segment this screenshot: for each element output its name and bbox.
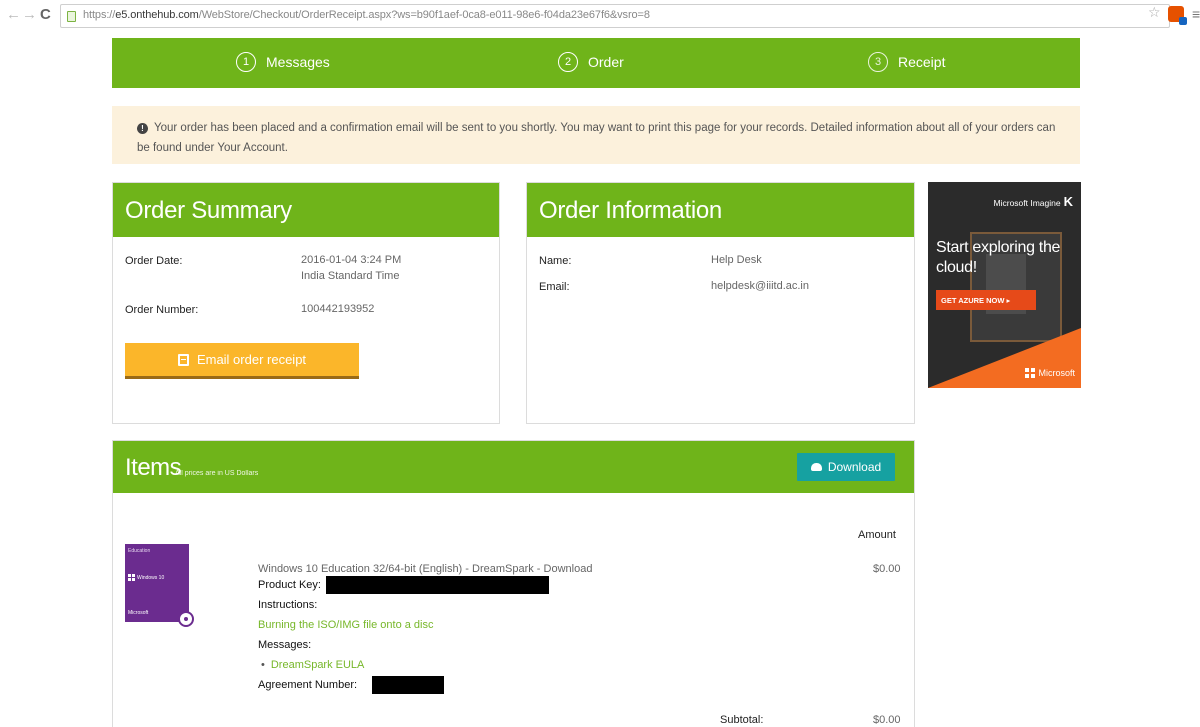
download-button[interactable]: Download (797, 453, 895, 481)
items-panel: Items All prices are in US Dollars Downl… (112, 440, 915, 727)
cloud-download-icon (810, 463, 822, 471)
ad-footer: Microsoft (1025, 368, 1075, 378)
info-icon: ! (137, 123, 148, 134)
product-box-title: Windows 10 (128, 574, 164, 581)
email-receipt-label: Email order receipt (196, 352, 307, 367)
step-receipt: 3 Receipt (868, 52, 945, 72)
back-icon[interactable]: ← (6, 7, 21, 23)
order-timezone: India Standard Time (301, 270, 400, 282)
list-bullet: • (261, 659, 265, 671)
ad-brand-text: Microsoft Imagine (993, 198, 1061, 208)
currency-note: All prices are in US Dollars (175, 470, 259, 477)
step-label-receipt: Receipt (898, 54, 946, 70)
disc-download-icon (178, 611, 194, 627)
forward-icon[interactable]: → (22, 7, 37, 23)
browser-menu-icon[interactable]: ≡ (1192, 6, 1200, 22)
step-label-messages: Messages (266, 54, 330, 70)
product-name: Windows 10 Education 32/64-bit (English)… (258, 563, 593, 575)
browser-toolbar: ← → C https://e5.onthehub.com/WebStore/C… (0, 0, 1200, 34)
customer-name-value: Help Desk (711, 254, 762, 266)
customer-email-label: Email: (539, 281, 570, 293)
url-path: /WebStore/Checkout/OrderReceipt.aspx?ws=… (198, 9, 650, 21)
step-number-2: 2 (558, 52, 578, 72)
step-messages: 1 Messages (236, 52, 330, 72)
order-date-label: Order Date: (125, 255, 183, 267)
url-scheme: https:// (83, 9, 116, 21)
product-box-edition: Education (128, 548, 151, 554)
product-key-redacted (326, 576, 549, 594)
customer-email-value: helpdesk@iiitd.ac.in (711, 280, 809, 292)
lock-icon (67, 11, 76, 22)
order-number-value: 100442193952 (301, 303, 375, 315)
step-number-3: 3 (868, 52, 888, 72)
agreement-number-label: Agreement Number: (258, 679, 358, 691)
ad-headline: Start exploring the cloud! (936, 239, 1061, 276)
download-label: Download (827, 460, 882, 474)
microsoft-logo-icon (1025, 368, 1036, 378)
address-bar[interactable]: https://e5.onthehub.com/WebStore/Checkou… (60, 4, 1170, 28)
checkout-steps: 1 Messages 2 Order 3 Receipt (112, 38, 1080, 88)
customer-name-label: Name: (539, 255, 572, 267)
amount-column-header: Amount (858, 529, 896, 541)
agreement-number-redacted (372, 676, 444, 694)
notice-text: Your order has been placed and a confirm… (137, 122, 1056, 154)
product-image: Education Windows 10 Microsoft (125, 544, 194, 627)
azure-ad-banner[interactable]: Microsoft Imagine K Start exploring the c… (928, 182, 1081, 388)
confirmation-notice: ! Your order has been placed and a confir… (112, 106, 1080, 164)
email-icon (177, 353, 189, 366)
items-header: Items All prices are in US Dollars Downl… (113, 441, 914, 493)
order-summary-title: Order Summary (113, 183, 499, 237)
step-order: 2 Order (558, 52, 624, 72)
extension-icon[interactable] (1168, 6, 1187, 25)
burn-instructions-link[interactable]: Burning the ISO/IMG file onto a disc (258, 619, 433, 631)
order-summary-panel: Order Summary Order Date: 2016-01-04 3:2… (112, 182, 500, 424)
order-information-title: Order Information (527, 183, 914, 237)
windows-logo-icon (128, 574, 135, 581)
dreamspark-eula-link[interactable]: DreamSpark EULA (271, 659, 365, 671)
order-information-panel: Order Information Name: Help Desk Email:… (526, 182, 915, 424)
subtotal-value: $0.00 (873, 714, 901, 726)
messages-label: Messages: (258, 639, 312, 651)
product-key-label: Product Key: (258, 579, 321, 591)
reload-icon[interactable]: C (40, 7, 51, 23)
bookmark-star-icon[interactable]: ☆ (1148, 4, 1161, 21)
subtotal-label: Subtotal: (720, 714, 764, 726)
product-box-windows: Windows 10 (137, 574, 165, 581)
ad-footer-text: Microsoft (1038, 368, 1075, 378)
step-label-order: Order (588, 54, 624, 70)
get-azure-button[interactable]: GET AZURE NOW ▸ (936, 290, 1036, 310)
url-text: https://e5.onthehub.com/WebStore/Checkou… (83, 9, 650, 21)
imagine-logo-icon: K (1063, 194, 1073, 209)
email-receipt-button[interactable]: Email order receipt (125, 343, 359, 379)
order-number-label: Order Number: (125, 304, 199, 316)
instructions-label: Instructions: (258, 599, 318, 611)
url-host: e5.onthehub.com (115, 9, 199, 21)
items-title: Items (125, 454, 182, 481)
step-number-1: 1 (236, 52, 256, 72)
eula-list-item: • DreamSpark EULA (261, 659, 364, 671)
order-date-value: 2016-01-04 3:24 PM (301, 254, 402, 266)
ad-brand: Microsoft Imagine K (994, 194, 1073, 209)
product-price: $0.00 (873, 563, 901, 575)
product-box-brand: Microsoft (128, 610, 149, 616)
